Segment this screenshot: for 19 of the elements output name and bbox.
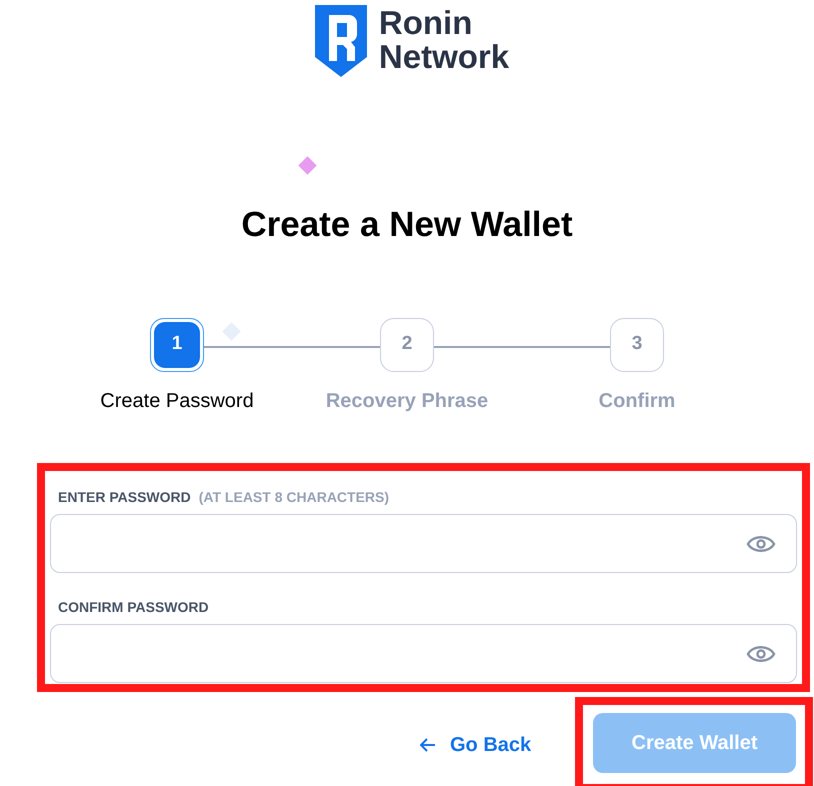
field-label: CONFIRM PASSWORD <box>58 598 209 617</box>
logo-text: Network <box>378 40 510 74</box>
field-label: ENTER PASSWORD <box>58 488 191 507</box>
password-field[interactable] <box>50 514 797 573</box>
password-field[interactable] <box>50 624 797 683</box>
page-title: Create a New Wallet <box>241 204 573 246</box>
arrow-left-icon <box>420 738 436 752</box>
field-hint: (AT LEAST 8 CHARACTERS) <box>198 488 390 507</box>
go-back-link[interactable]: Go Back <box>420 730 532 760</box>
logo-text: Ronin <box>378 6 474 40</box>
step-number: 1 <box>172 332 182 356</box>
step-label: Recovery Phrase <box>326 388 488 414</box>
logo-icon <box>314 5 367 77</box>
show-password-icon[interactable] <box>746 644 776 664</box>
step-number: 3 <box>632 332 642 356</box>
show-password-icon[interactable] <box>746 534 776 554</box>
step-label: Create Password <box>100 388 254 414</box>
step-label: Confirm <box>598 388 676 414</box>
step-number: 2 <box>402 332 412 356</box>
